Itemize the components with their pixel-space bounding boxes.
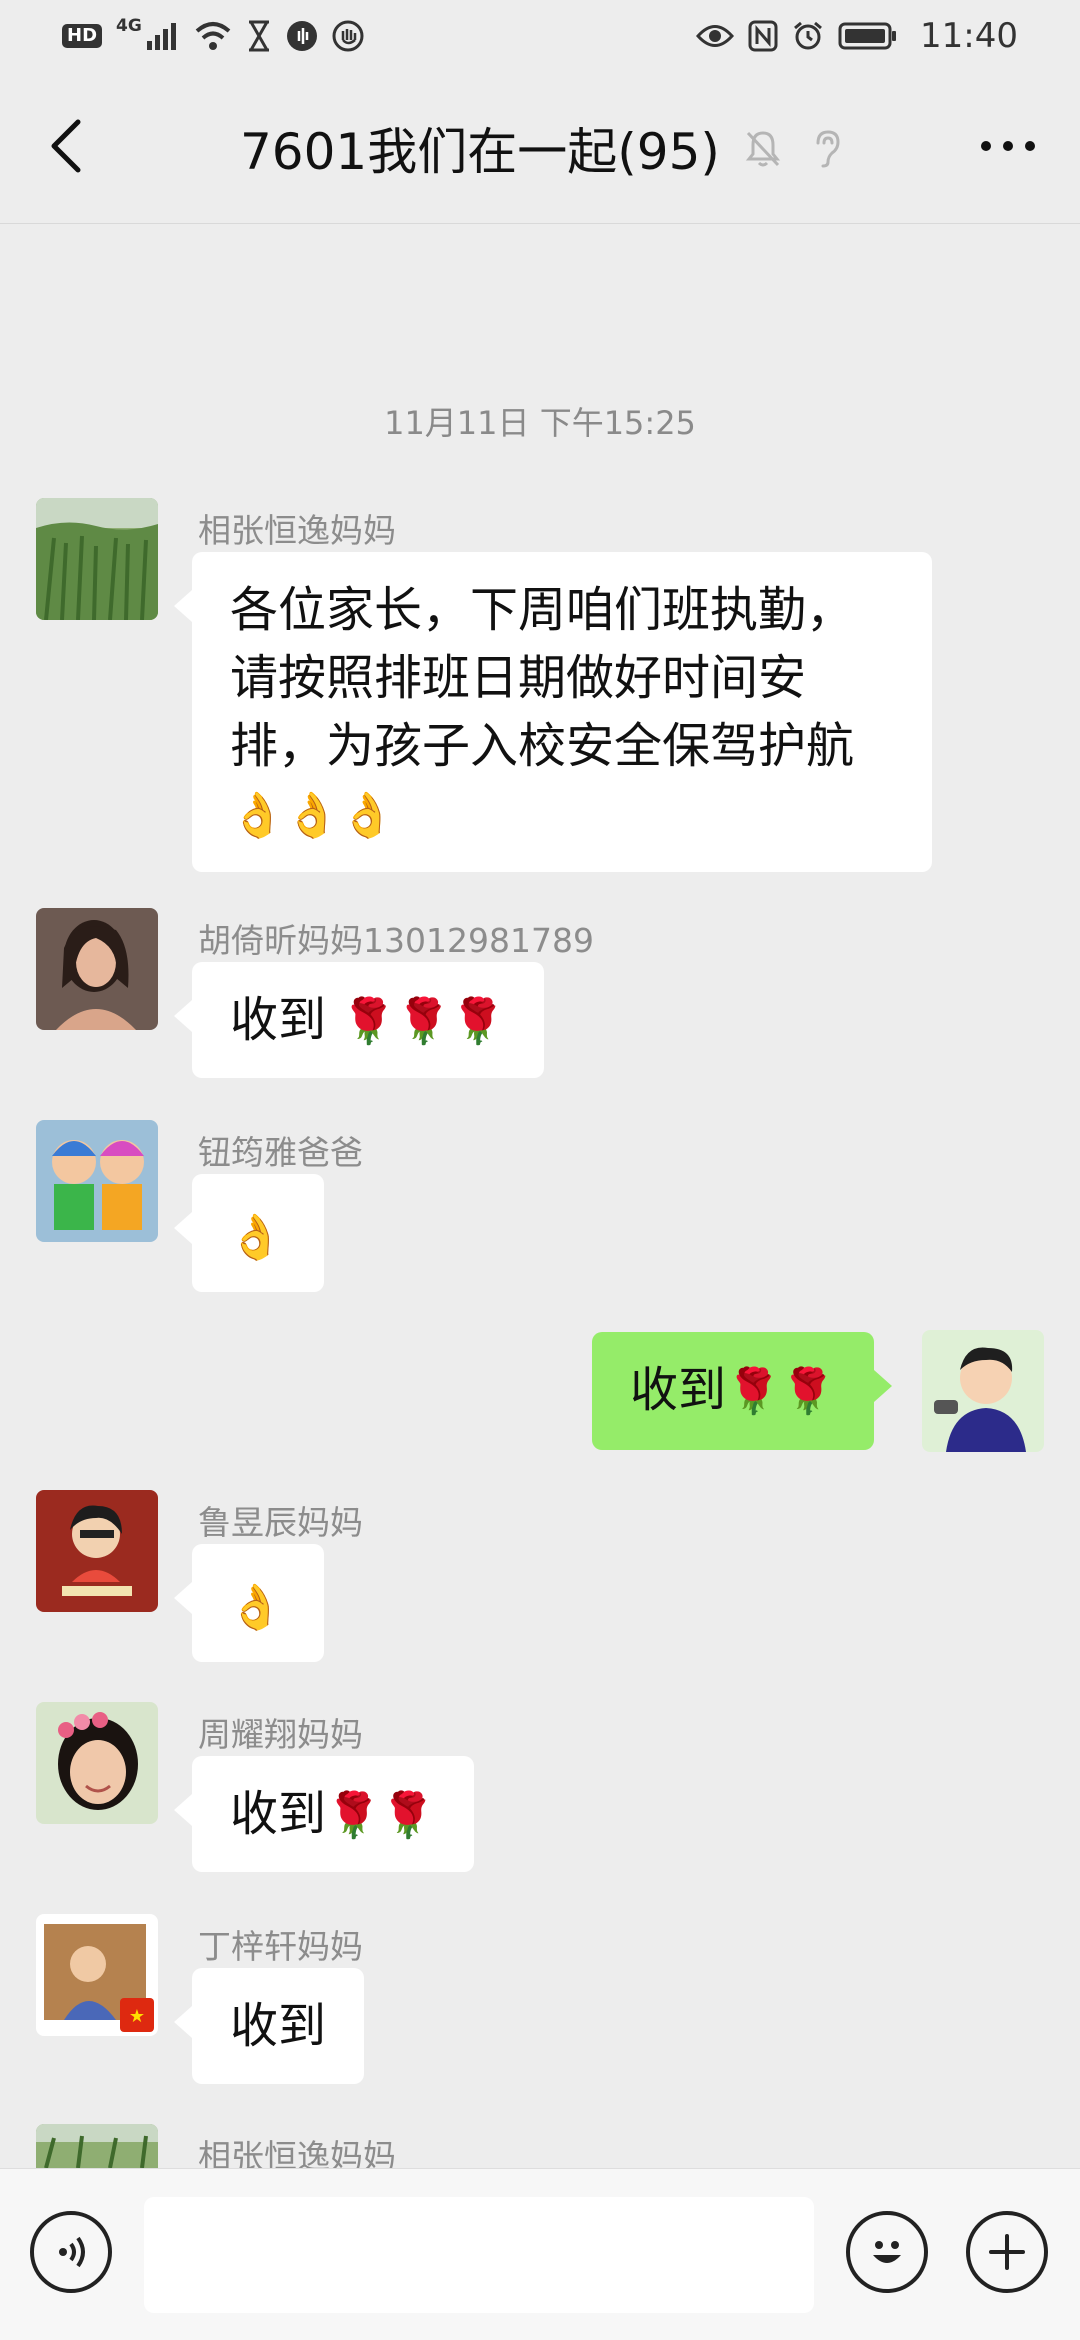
message-bubble[interactable]: 各位家长，下周咱们班执勤，请按照排班日期做好时间安排，为孩子入校安全保驾护航 👌👌…	[174, 552, 932, 872]
sender-name: 胡倚昕妈妈13012981789	[198, 921, 594, 960]
chat-header: 7601我们在一起(95)	[0, 72, 1080, 224]
message-bubble[interactable]: 收到 🌹🌹🌹	[174, 962, 544, 1078]
sender-name: 周耀翔妈妈	[198, 1715, 363, 1754]
message-emoji: 🌹🌹	[326, 1790, 436, 1841]
sender-name: 钮筠雅爸爸	[198, 1133, 363, 1172]
status-left: HD 4G	[62, 15, 364, 52]
child-photo-avatar-image: ★	[36, 1914, 158, 2036]
avatar[interactable]	[36, 908, 158, 1030]
message-bubble[interactable]: 👌	[174, 1544, 324, 1662]
wheat-field-avatar-image	[36, 498, 158, 620]
message-text: 收到	[630, 1362, 727, 1418]
message-bubble[interactable]: 收到🌹🌹	[174, 1756, 474, 1872]
message-bubble[interactable]: 收到	[173, 1968, 365, 2084]
avatar[interactable]	[36, 1490, 158, 1612]
title-group: 7601我们在一起(95)	[240, 108, 848, 188]
message-emoji: 👌	[228, 1582, 283, 1633]
input-bar	[0, 2168, 1080, 2340]
page-title: 7601我们在一起(95)	[240, 123, 720, 181]
more-actions-button[interactable]	[966, 2211, 1048, 2293]
message-text: 各位家长，下周咱们班执勤，请按照排班日期做好时间安排，为孩子入校安全保驾护航	[230, 582, 855, 774]
network-type: 4G	[116, 15, 142, 36]
alarm-icon	[794, 21, 822, 50]
message-input[interactable]	[144, 2197, 814, 2313]
girl-portrait-avatar-image	[36, 1702, 158, 1824]
message-emoji: 👌	[228, 1212, 283, 1263]
voice-icon	[59, 2236, 85, 2268]
message-emoji: 🌹🌹	[726, 1366, 836, 1417]
status-bar: HD 4G 11:40	[0, 0, 1080, 72]
plus-icon	[989, 2234, 1025, 2270]
cartoon-man-avatar-image	[922, 1330, 1044, 1452]
signal-icon	[146, 23, 176, 50]
mute-bell-icon	[745, 131, 781, 167]
message-text: 收到	[230, 1998, 327, 2054]
avatar[interactable]	[36, 1120, 158, 1242]
message-bubble[interactable]: 👌	[174, 1174, 324, 1292]
more-icon-dot	[1025, 141, 1035, 151]
earpiece-icon	[816, 130, 840, 168]
nfc-icon	[748, 20, 778, 52]
dolls-avatar-image	[36, 1120, 158, 1242]
back-icon	[51, 119, 81, 173]
hand-icon	[332, 20, 364, 52]
more-icon-dot	[981, 141, 991, 151]
avatar[interactable]	[36, 498, 158, 620]
more-icon-dot	[1003, 141, 1013, 151]
avatar[interactable]	[36, 2124, 158, 2168]
wheat-field-avatar-image	[36, 2124, 158, 2168]
message-emoji: 🌹🌹🌹	[341, 996, 506, 1047]
cartoon-girl-avatar-image	[36, 1490, 158, 1612]
my-avatar[interactable]	[922, 1330, 1044, 1452]
hourglass-icon	[248, 20, 269, 52]
sound-icon	[286, 21, 317, 51]
wifi-icon	[195, 22, 231, 50]
sender-name: 鲁昱辰妈妈	[198, 1503, 363, 1542]
message-text: 收到	[230, 992, 327, 1048]
sender-name: 丁梓轩妈妈	[198, 1927, 363, 1966]
more-button[interactable]	[972, 124, 1044, 168]
status-right: 11:40	[696, 16, 1018, 56]
sender-name: 相张恒逸妈妈	[198, 511, 396, 550]
voice-button[interactable]	[30, 2211, 112, 2293]
avatar[interactable]	[36, 1702, 158, 1824]
battery-icon	[838, 22, 897, 50]
eye-icon	[696, 25, 735, 47]
status-time: 11:40	[920, 16, 1018, 56]
my-message-bubble[interactable]: 收到🌹🌹	[592, 1332, 892, 1450]
message-text: 收到	[230, 1786, 327, 1842]
portrait-avatar-image	[36, 908, 158, 1030]
back-button[interactable]	[36, 116, 96, 176]
chat-timestamp: 11月11日 下午15:25	[384, 404, 696, 442]
emoji-button[interactable]	[846, 2211, 928, 2293]
hd-badge: HD	[62, 24, 103, 48]
emoji-icon	[873, 2241, 901, 2263]
avatar[interactable]: ★	[36, 1914, 158, 2036]
svg-text:★: ★	[129, 2006, 145, 2027]
message-emoji: 👌👌👌	[230, 790, 395, 841]
